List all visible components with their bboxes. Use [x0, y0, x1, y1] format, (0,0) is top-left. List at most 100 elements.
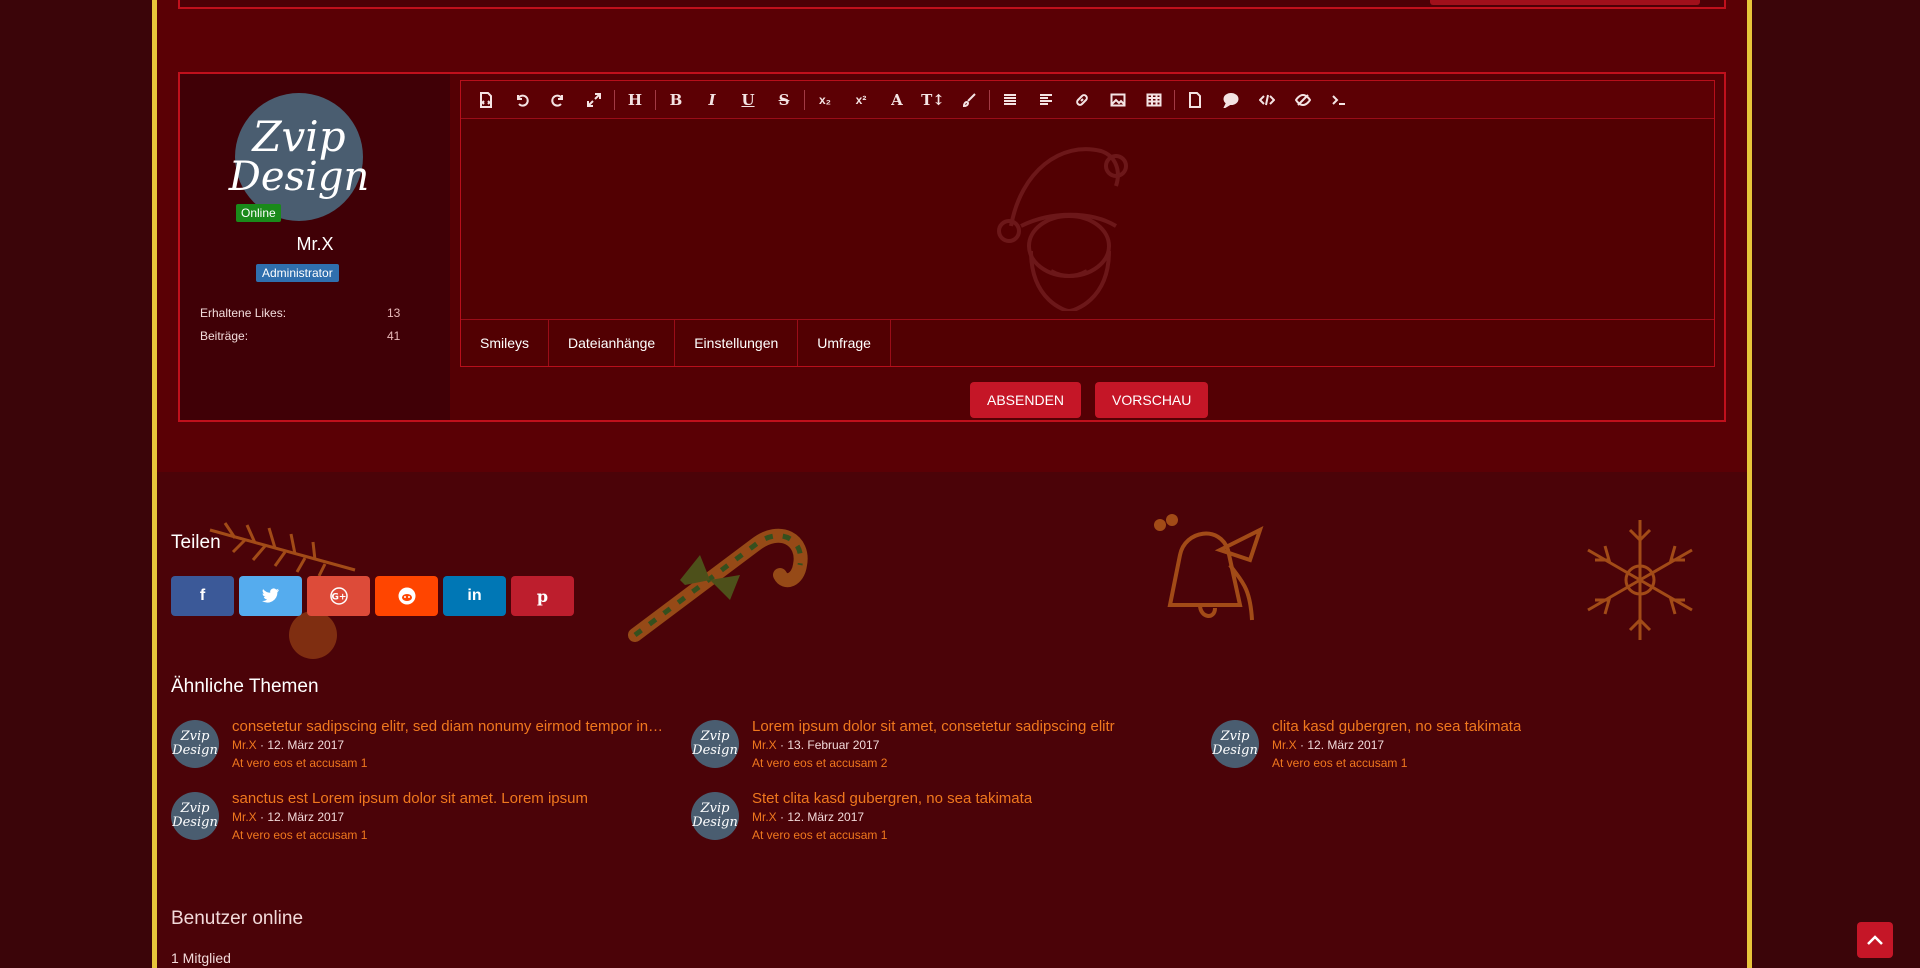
terminal-icon[interactable] — [1321, 83, 1357, 117]
text-editor: H B I U S x₂ x² A T↕ Smileys Dateianhäng… — [460, 80, 1715, 367]
stat-value: 41 — [387, 329, 401, 343]
strikethrough-icon[interactable]: S — [766, 83, 802, 117]
reddit-icon — [398, 587, 415, 605]
redo-icon[interactable] — [540, 83, 576, 117]
fullscreen-icon[interactable] — [576, 83, 612, 117]
thread-title-link[interactable]: Lorem ipsum dolor sit amet, consetetur s… — [752, 718, 1115, 735]
subscript-icon[interactable]: x₂ — [807, 83, 843, 117]
facebook-icon: f — [199, 587, 206, 604]
twitter-share-button[interactable] — [239, 576, 302, 616]
avatar-text-line1: Zvip — [700, 729, 730, 744]
image-icon[interactable] — [1100, 83, 1136, 117]
submit-button[interactable]: ABSENDEN — [970, 382, 1082, 418]
stat-posts: Beiträge: 41 — [200, 329, 400, 343]
similar-thread-item: Zvip Design sanctus est Lorem ipsum dolor… — [171, 790, 671, 848]
previous-post-box — [178, 0, 1726, 9]
thread-title-link[interactable]: Stet clita kasd gubergren, no sea takima… — [752, 790, 1032, 807]
align-icon[interactable] — [1028, 83, 1064, 117]
username[interactable]: Mr.X — [180, 234, 450, 255]
avatar-text-line2: Design — [172, 815, 218, 830]
online-member-count: 1 Mitglied — [171, 950, 231, 966]
page-icon[interactable] — [1177, 83, 1213, 117]
underline-icon[interactable]: U — [730, 83, 766, 117]
avatar[interactable]: Zvip Design — [229, 93, 369, 221]
quote-icon[interactable] — [1213, 83, 1249, 117]
previous-post-buttons — [1430, 0, 1700, 5]
undo-icon[interactable] — [504, 83, 540, 117]
tab-settings[interactable]: Einstellungen — [675, 320, 799, 366]
stat-value: 13 — [387, 306, 401, 320]
facebook-share-button[interactable]: f — [171, 576, 234, 616]
share-buttons: f G+ in p — [171, 576, 574, 616]
editor-tabs: Smileys Dateianhänge Einstellungen Umfra… — [461, 319, 1714, 366]
tab-attachments[interactable]: Dateianhänge — [549, 320, 676, 366]
thread-avatar[interactable]: Zvip Design — [171, 792, 219, 840]
thread-title-link[interactable]: sanctus est Lorem ipsum dolor sit amet. … — [232, 790, 588, 807]
thread-avatar[interactable]: Zvip Design — [171, 720, 219, 768]
svg-text:G+: G+ — [331, 593, 346, 603]
superscript-icon[interactable]: x² — [843, 83, 879, 117]
quick-reply-box: Zvip Design Online Mr.X Administrator Er… — [178, 72, 1726, 422]
google-plus-share-button[interactable]: G+ — [307, 576, 370, 616]
table-icon[interactable] — [1136, 83, 1172, 117]
toolbar-separator — [1174, 89, 1175, 110]
twitter-icon — [261, 588, 279, 603]
italic-icon[interactable]: I — [694, 83, 730, 117]
tab-smileys[interactable]: Smileys — [461, 320, 550, 366]
thread-avatar[interactable]: Zvip Design — [691, 720, 739, 768]
heading-icon[interactable]: H — [617, 83, 653, 117]
avatar-text-line2: Design — [228, 154, 370, 200]
thread-title-link[interactable]: consetetur sadipscing elitr, sed diam no… — [232, 718, 668, 735]
share-heading: Teilen — [171, 532, 221, 553]
thread-avatar[interactable]: Zvip Design — [691, 792, 739, 840]
bold-icon[interactable]: B — [658, 83, 694, 117]
font-size-icon[interactable]: T↕ — [915, 83, 951, 117]
tab-poll[interactable]: Umfrage — [798, 320, 891, 366]
thread-date: 13. Februar 2017 — [787, 738, 880, 752]
link-icon[interactable] — [1064, 83, 1100, 117]
thread-board-link[interactable]: At vero eos et accusam 1 — [752, 828, 887, 842]
thread-board-link[interactable]: At vero eos et accusam 1 — [1272, 756, 1407, 770]
editor-content-area[interactable] — [461, 119, 1714, 319]
thread-date: 12. März 2017 — [1307, 738, 1385, 752]
page-background-left — [0, 0, 152, 968]
avatar-text-line2: Design — [172, 743, 218, 758]
thread-date: 12. März 2017 — [787, 810, 865, 824]
avatar-text-line2: Design — [692, 743, 738, 758]
online-badge: Online — [236, 204, 281, 222]
thread-board-link[interactable]: At vero eos et accusam 1 — [232, 756, 367, 770]
preview-button[interactable]: VORSCHAU — [1095, 382, 1209, 418]
thread-author-link[interactable]: Mr.X — [752, 738, 777, 752]
thread-author-link[interactable]: Mr.X — [752, 810, 777, 824]
thread-author-link[interactable]: Mr.X — [232, 738, 257, 752]
similar-thread-item: Zvip Design clita kasd gubergren, no sea … — [1211, 718, 1711, 776]
avatar-text-line1: Zvip — [252, 112, 346, 161]
scroll-to-top-button[interactable] — [1857, 922, 1893, 958]
source-icon[interactable] — [468, 83, 504, 117]
chevron-up-icon — [1867, 935, 1883, 945]
thread-avatar[interactable]: Zvip Design — [1211, 720, 1259, 768]
avatar-text-line1: Zvip — [180, 801, 210, 816]
thread-date: 12. März 2017 — [267, 738, 345, 752]
google-plus-icon: G+ — [329, 587, 348, 605]
thread-author-link[interactable]: Mr.X — [1272, 738, 1297, 752]
avatar-text-line1: Zvip — [1220, 729, 1250, 744]
list-icon[interactable] — [992, 83, 1028, 117]
thread-author-link[interactable]: Mr.X — [232, 810, 257, 824]
thread-board-link[interactable]: At vero eos et accusam 2 — [752, 756, 887, 770]
users-online-heading: Benutzer online — [171, 908, 304, 929]
reddit-share-button[interactable] — [375, 576, 438, 616]
thread-title-link[interactable]: clita kasd gubergren, no sea takimata — [1272, 718, 1521, 735]
thread-date: 12. März 2017 — [267, 810, 345, 824]
paint-brush-icon[interactable] — [951, 83, 987, 117]
thread-board-link[interactable]: At vero eos et accusam 1 — [232, 828, 367, 842]
pinterest-share-button[interactable]: p — [511, 576, 574, 616]
font-color-icon[interactable]: A — [879, 83, 915, 117]
similar-thread-item: Zvip Design consetetur sadipscing elitr, … — [171, 718, 671, 776]
similar-thread-item: Zvip Design Lorem ipsum dolor sit amet, c… — [691, 718, 1191, 776]
code-icon[interactable] — [1249, 83, 1285, 117]
candy-cane-decoration-icon — [628, 528, 808, 642]
pinterest-icon: p — [536, 586, 549, 606]
linkedin-share-button[interactable]: in — [443, 576, 506, 616]
spoiler-icon[interactable] — [1285, 83, 1321, 117]
